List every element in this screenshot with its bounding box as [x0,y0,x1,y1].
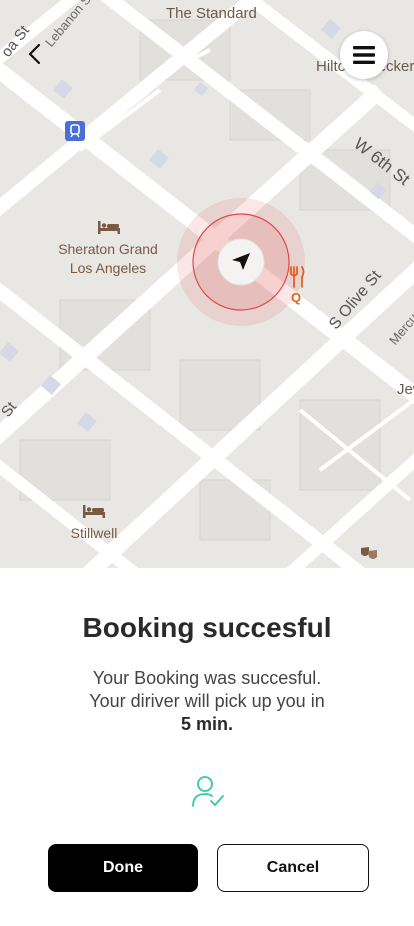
booking-message: Your Booking was succesful. Your diriver… [0,667,414,736]
poi-label-stillwell[interactable]: Stillwell [50,524,138,543]
message-line-2: Your diriver will pick up you in [89,691,325,711]
done-button[interactable]: Done [48,844,198,892]
sheet-title: Booking succesful [82,612,332,643]
hotel-icon [97,219,121,235]
place-label-standard: The Standard [166,5,257,22]
menu-button[interactable] [340,31,388,79]
map-view[interactable]: Lebanon St The Standard Hilton Checkers … [0,0,414,568]
chevron-left-icon [28,43,41,65]
hamburger-icon [353,46,375,64]
theater-icon [360,546,378,562]
eta-value: 5 min. [180,714,233,734]
user-check-icon [190,773,226,809]
poi-label-sheraton[interactable]: Sheraton Grand Los Angeles [48,240,168,278]
cancel-button[interactable]: Cancel [217,844,369,892]
current-location-marker [176,197,306,327]
place-label-jewelry: Jewelry [397,381,414,398]
hotel-icon [82,503,106,519]
booking-confirmation-sheet: Booking succesful Your Booking was succe… [0,568,414,926]
transit-icon [65,121,85,141]
back-button[interactable] [16,36,52,72]
message-line-1: Your Booking was succesful. [92,668,322,688]
